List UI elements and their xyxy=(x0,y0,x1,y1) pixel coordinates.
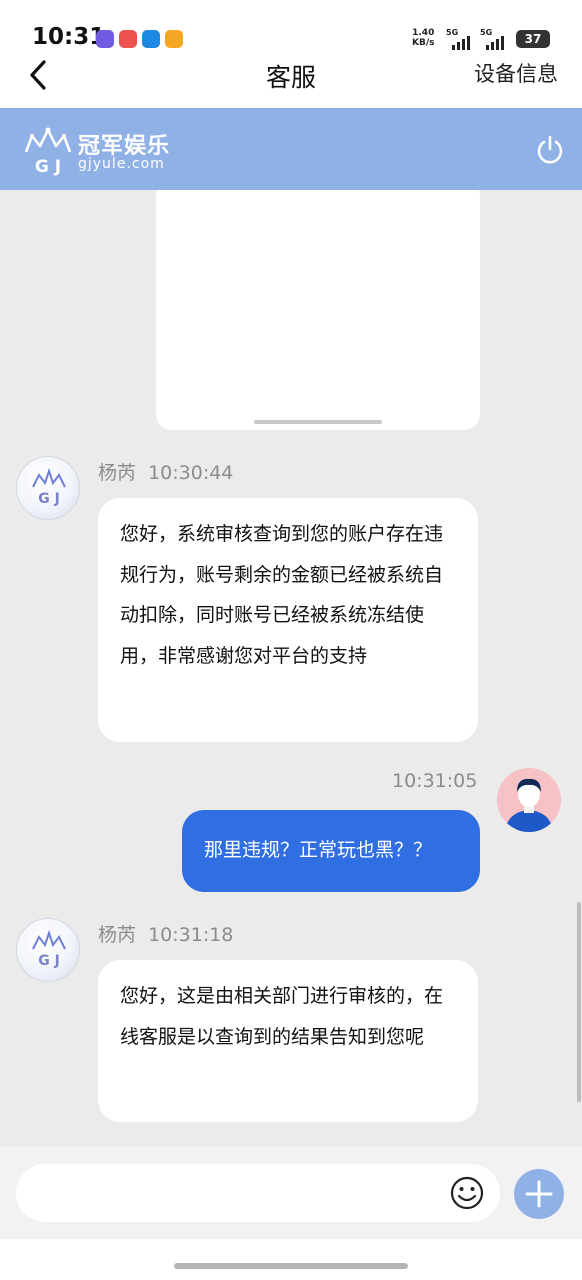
app-notification-icon xyxy=(142,30,160,48)
message-time: 10:31:18 xyxy=(148,924,234,946)
power-icon[interactable] xyxy=(534,134,566,166)
message-time: 10:31:05 xyxy=(392,770,478,792)
crown-logo-icon: G J xyxy=(32,929,66,969)
card-handle xyxy=(254,420,382,424)
brand-domain: gjyule.com xyxy=(78,156,165,172)
svg-text:G J: G J xyxy=(38,953,60,969)
message-meta: 杨芮 10:30:44 xyxy=(98,458,233,485)
emoji-icon[interactable] xyxy=(450,1176,484,1210)
person-icon xyxy=(505,778,553,832)
sender-name: 杨芮 xyxy=(98,462,137,484)
message-meta: 杨芮 10:31:18 xyxy=(98,920,233,947)
previous-message-card xyxy=(156,190,480,430)
signal-bars-icon xyxy=(486,36,504,50)
network-speed-unit: KB/s xyxy=(412,38,435,48)
signal-bars-icon xyxy=(452,36,470,50)
logo-letters: G J xyxy=(35,157,61,177)
home-indicator[interactable] xyxy=(174,1263,408,1269)
sender-name: 杨芮 xyxy=(98,924,137,946)
network-speed: 1.40 KB/s xyxy=(412,28,434,48)
plus-icon xyxy=(525,1180,553,1208)
agent-avatar[interactable]: G J xyxy=(16,456,80,520)
message-time: 10:30:44 xyxy=(148,462,234,484)
add-attachment-button[interactable] xyxy=(514,1169,564,1219)
crown-logo-icon: G J xyxy=(32,467,66,507)
brand-header: G J 冠军娱乐 gjyule.com xyxy=(0,108,582,190)
title-bar: 客服 设备信息 xyxy=(0,54,582,108)
outgoing-message-bubble: 那里违规？正常玩也黑？？ xyxy=(182,810,480,892)
user-avatar[interactable] xyxy=(497,768,561,832)
status-time: 10:31 xyxy=(32,24,106,50)
app-notification-icon xyxy=(119,30,137,48)
svg-text:G J: G J xyxy=(38,491,60,507)
message-input[interactable] xyxy=(16,1164,500,1222)
incoming-message-bubble: 您好，这是由相关部门进行审核的，在线客服是以查询到的结果告知到您呢 xyxy=(98,960,478,1122)
app-notification-icon xyxy=(165,30,183,48)
crown-logo-icon: G J xyxy=(24,127,72,177)
input-bar xyxy=(0,1147,582,1239)
app-notification-icon xyxy=(96,30,114,48)
chat-area[interactable]: G J 杨芮 10:30:44 您好，系统审核查询到您的账户存在违规行为，账号剩… xyxy=(0,190,582,1147)
battery-icon: 37 xyxy=(516,30,550,48)
scrollbar[interactable] xyxy=(577,902,581,1102)
notification-icons xyxy=(96,30,183,48)
network-speed-value: 1.40 xyxy=(412,28,435,38)
status-bar: 10:31 1.40 KB/s 5G 5G 37 xyxy=(0,0,582,54)
device-info-button[interactable]: 设备信息 xyxy=(474,58,558,88)
incoming-message-bubble: 您好，系统审核查询到您的账户存在违规行为，账号剩余的金额已经被系统自动扣除，同时… xyxy=(98,498,478,742)
agent-avatar[interactable]: G J xyxy=(16,918,80,982)
